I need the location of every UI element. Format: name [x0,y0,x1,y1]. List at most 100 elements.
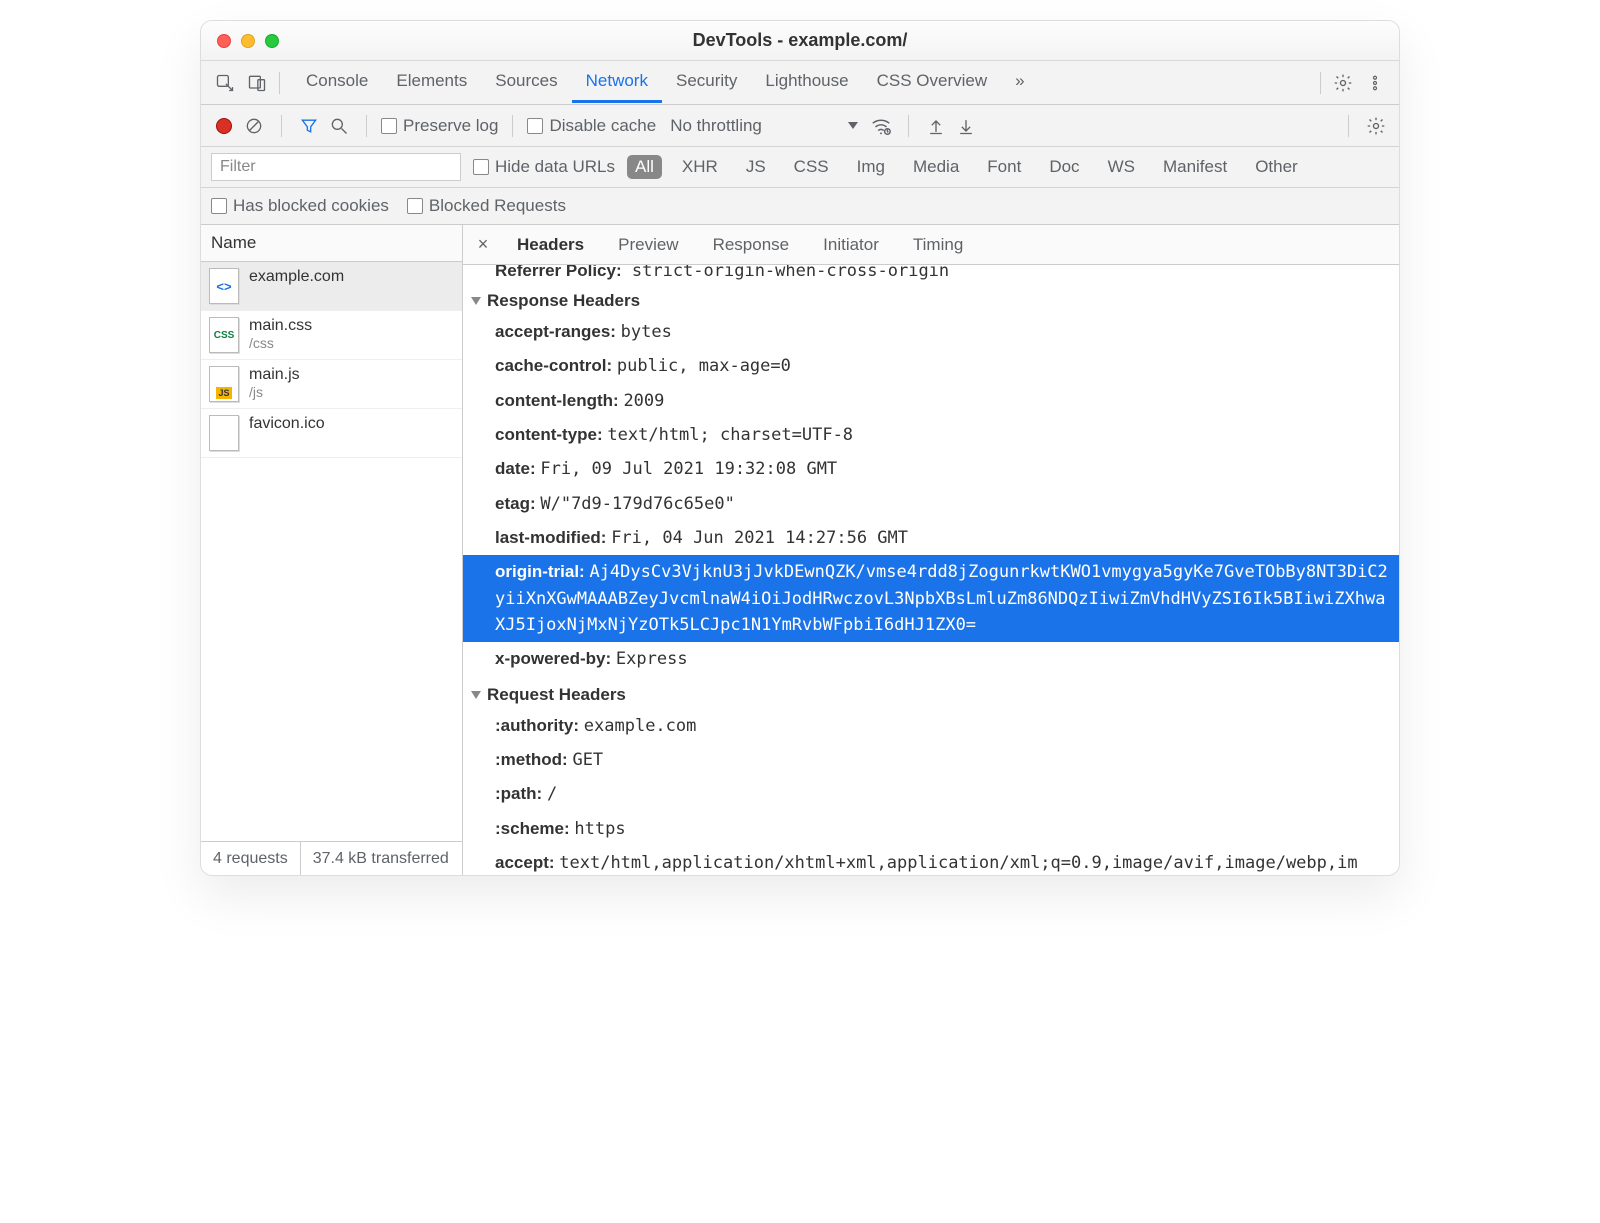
maximize-window-button[interactable] [265,34,279,48]
tab-sources[interactable]: Sources [481,62,571,103]
request-path: /js [249,384,300,400]
tab-network[interactable]: Network [572,62,662,103]
divider [279,72,280,94]
request-row[interactable]: main.js /js [201,360,462,409]
filter-pill-manifest[interactable]: Manifest [1155,155,1235,179]
header-row: accept-ranges: bytes [463,315,1399,349]
request-row[interactable]: CSS main.css /css [201,311,462,360]
network-settings-icon[interactable] [1363,113,1389,139]
header-row: last-modified: Fri, 04 Jun 2021 14:27:56… [463,521,1399,555]
hide-data-urls-label: Hide data URLs [495,157,615,177]
filter-pill-xhr[interactable]: XHR [674,155,726,179]
filter-pill-font[interactable]: Font [979,155,1029,179]
script-icon [209,366,239,402]
header-row: date: Fri, 09 Jul 2021 19:32:08 GMT [463,452,1399,486]
inspect-element-icon[interactable] [209,67,241,99]
window-title: DevTools - example.com/ [201,30,1399,51]
stylesheet-icon: CSS [209,317,239,353]
throttling-select[interactable]: No throttling [670,116,858,136]
subtab-timing[interactable]: Timing [899,227,977,263]
filter-pill-img[interactable]: Img [849,155,893,179]
search-icon[interactable] [326,113,352,139]
request-headers-section[interactable]: Request Headers [463,677,1399,709]
tab-console[interactable]: Console [292,62,382,103]
response-headers-section[interactable]: Response Headers [463,283,1399,315]
tab-security[interactable]: Security [662,62,751,103]
headers-details[interactable]: Referrer Policy: strict-origin-when-cros… [463,265,1399,875]
has-blocked-cookies-checkbox[interactable]: Has blocked cookies [211,196,389,216]
filter-pill-media[interactable]: Media [905,155,967,179]
header-row: :path: / [463,777,1399,811]
document-icon: <> [209,268,239,304]
hide-data-urls-checkbox[interactable]: Hide data URLs [473,157,615,177]
filter-pill-doc[interactable]: Doc [1041,155,1087,179]
subtab-preview[interactable]: Preview [604,227,692,263]
header-key: :method: [495,750,568,769]
checkbox-icon [527,118,543,134]
header-key: accept: [495,853,555,872]
disable-cache-checkbox[interactable]: Disable cache [527,116,656,136]
filter-bar: Filter Hide data URLs All XHR JS CSS Img… [201,147,1399,188]
download-har-icon[interactable] [953,113,979,139]
settings-icon[interactable] [1327,67,1359,99]
header-row: :method: GET [463,743,1399,777]
subtab-headers[interactable]: Headers [503,227,598,263]
header-value: / [547,784,557,804]
header-value: GET [572,750,603,770]
disclosure-triangle-icon [471,297,481,305]
header-row: content-type: text/html; charset=UTF-8 [463,418,1399,452]
filter-icon[interactable] [296,113,322,139]
close-details-button[interactable]: × [469,234,497,255]
request-name: main.js [249,366,300,384]
name-column-header[interactable]: Name [201,225,462,262]
kebab-menu-icon[interactable] [1359,67,1391,99]
preserve-log-label: Preserve log [403,116,498,136]
header-value: public, max-age=0 [617,356,791,376]
clear-button[interactable] [241,113,267,139]
header-key: :authority: [495,716,579,735]
tab-elements[interactable]: Elements [382,62,481,103]
request-row[interactable]: <> example.com [201,262,462,311]
filter-pill-css[interactable]: CSS [786,155,837,179]
panel-tabstrip: Console Elements Sources Network Securit… [201,61,1399,105]
header-key: Referrer Policy: [495,265,622,280]
filter-pill-other[interactable]: Other [1247,155,1306,179]
header-value: example.com [584,716,697,736]
header-row: cache-control: public, max-age=0 [463,349,1399,383]
header-key: origin-trial: [495,562,585,581]
status-bar: 4 requests 37.4 kB transferred [201,841,462,875]
filter-pill-ws[interactable]: WS [1100,155,1143,179]
tab-css-overview[interactable]: CSS Overview [863,62,1002,103]
header-row: x-powered-by: Express [463,642,1399,676]
record-button[interactable] [211,113,237,139]
header-row: :authority: example.com [463,709,1399,743]
upload-har-icon[interactable] [923,113,949,139]
header-key: content-type: [495,425,603,444]
more-tabs-button[interactable]: » [1001,62,1038,103]
blocked-requests-checkbox[interactable]: Blocked Requests [407,196,566,216]
subtab-response[interactable]: Response [699,227,804,263]
header-key: :path: [495,784,542,803]
request-list-panel: Name <> example.com CSS main.css /css [201,225,463,875]
subtab-initiator[interactable]: Initiator [809,227,893,263]
divider [908,115,909,137]
header-value: Aj4DysCv3VjknU3jJvkDEwnQZK/vmse4rdd8jZog… [495,562,1388,635]
tab-lighthouse[interactable]: Lighthouse [751,62,862,103]
header-value: https [574,819,625,839]
filter-pill-js[interactable]: JS [738,155,774,179]
header-row: etag: W/"7d9-179d76c65e0" [463,487,1399,521]
filter-pill-all[interactable]: All [627,155,662,179]
header-key: cache-control: [495,356,612,375]
window-controls [201,34,279,48]
preserve-log-checkbox[interactable]: Preserve log [381,116,498,136]
filter-input[interactable]: Filter [211,153,461,181]
close-window-button[interactable] [217,34,231,48]
network-conditions-icon[interactable] [868,113,894,139]
device-toolbar-icon[interactable] [241,67,273,99]
section-title: Response Headers [487,291,640,311]
request-row[interactable]: favicon.ico [201,409,462,458]
header-key: last-modified: [495,528,606,547]
minimize-window-button[interactable] [241,34,255,48]
section-title: Request Headers [487,685,626,705]
header-row: accept: text/html,application/xhtml+xml,… [463,846,1399,875]
